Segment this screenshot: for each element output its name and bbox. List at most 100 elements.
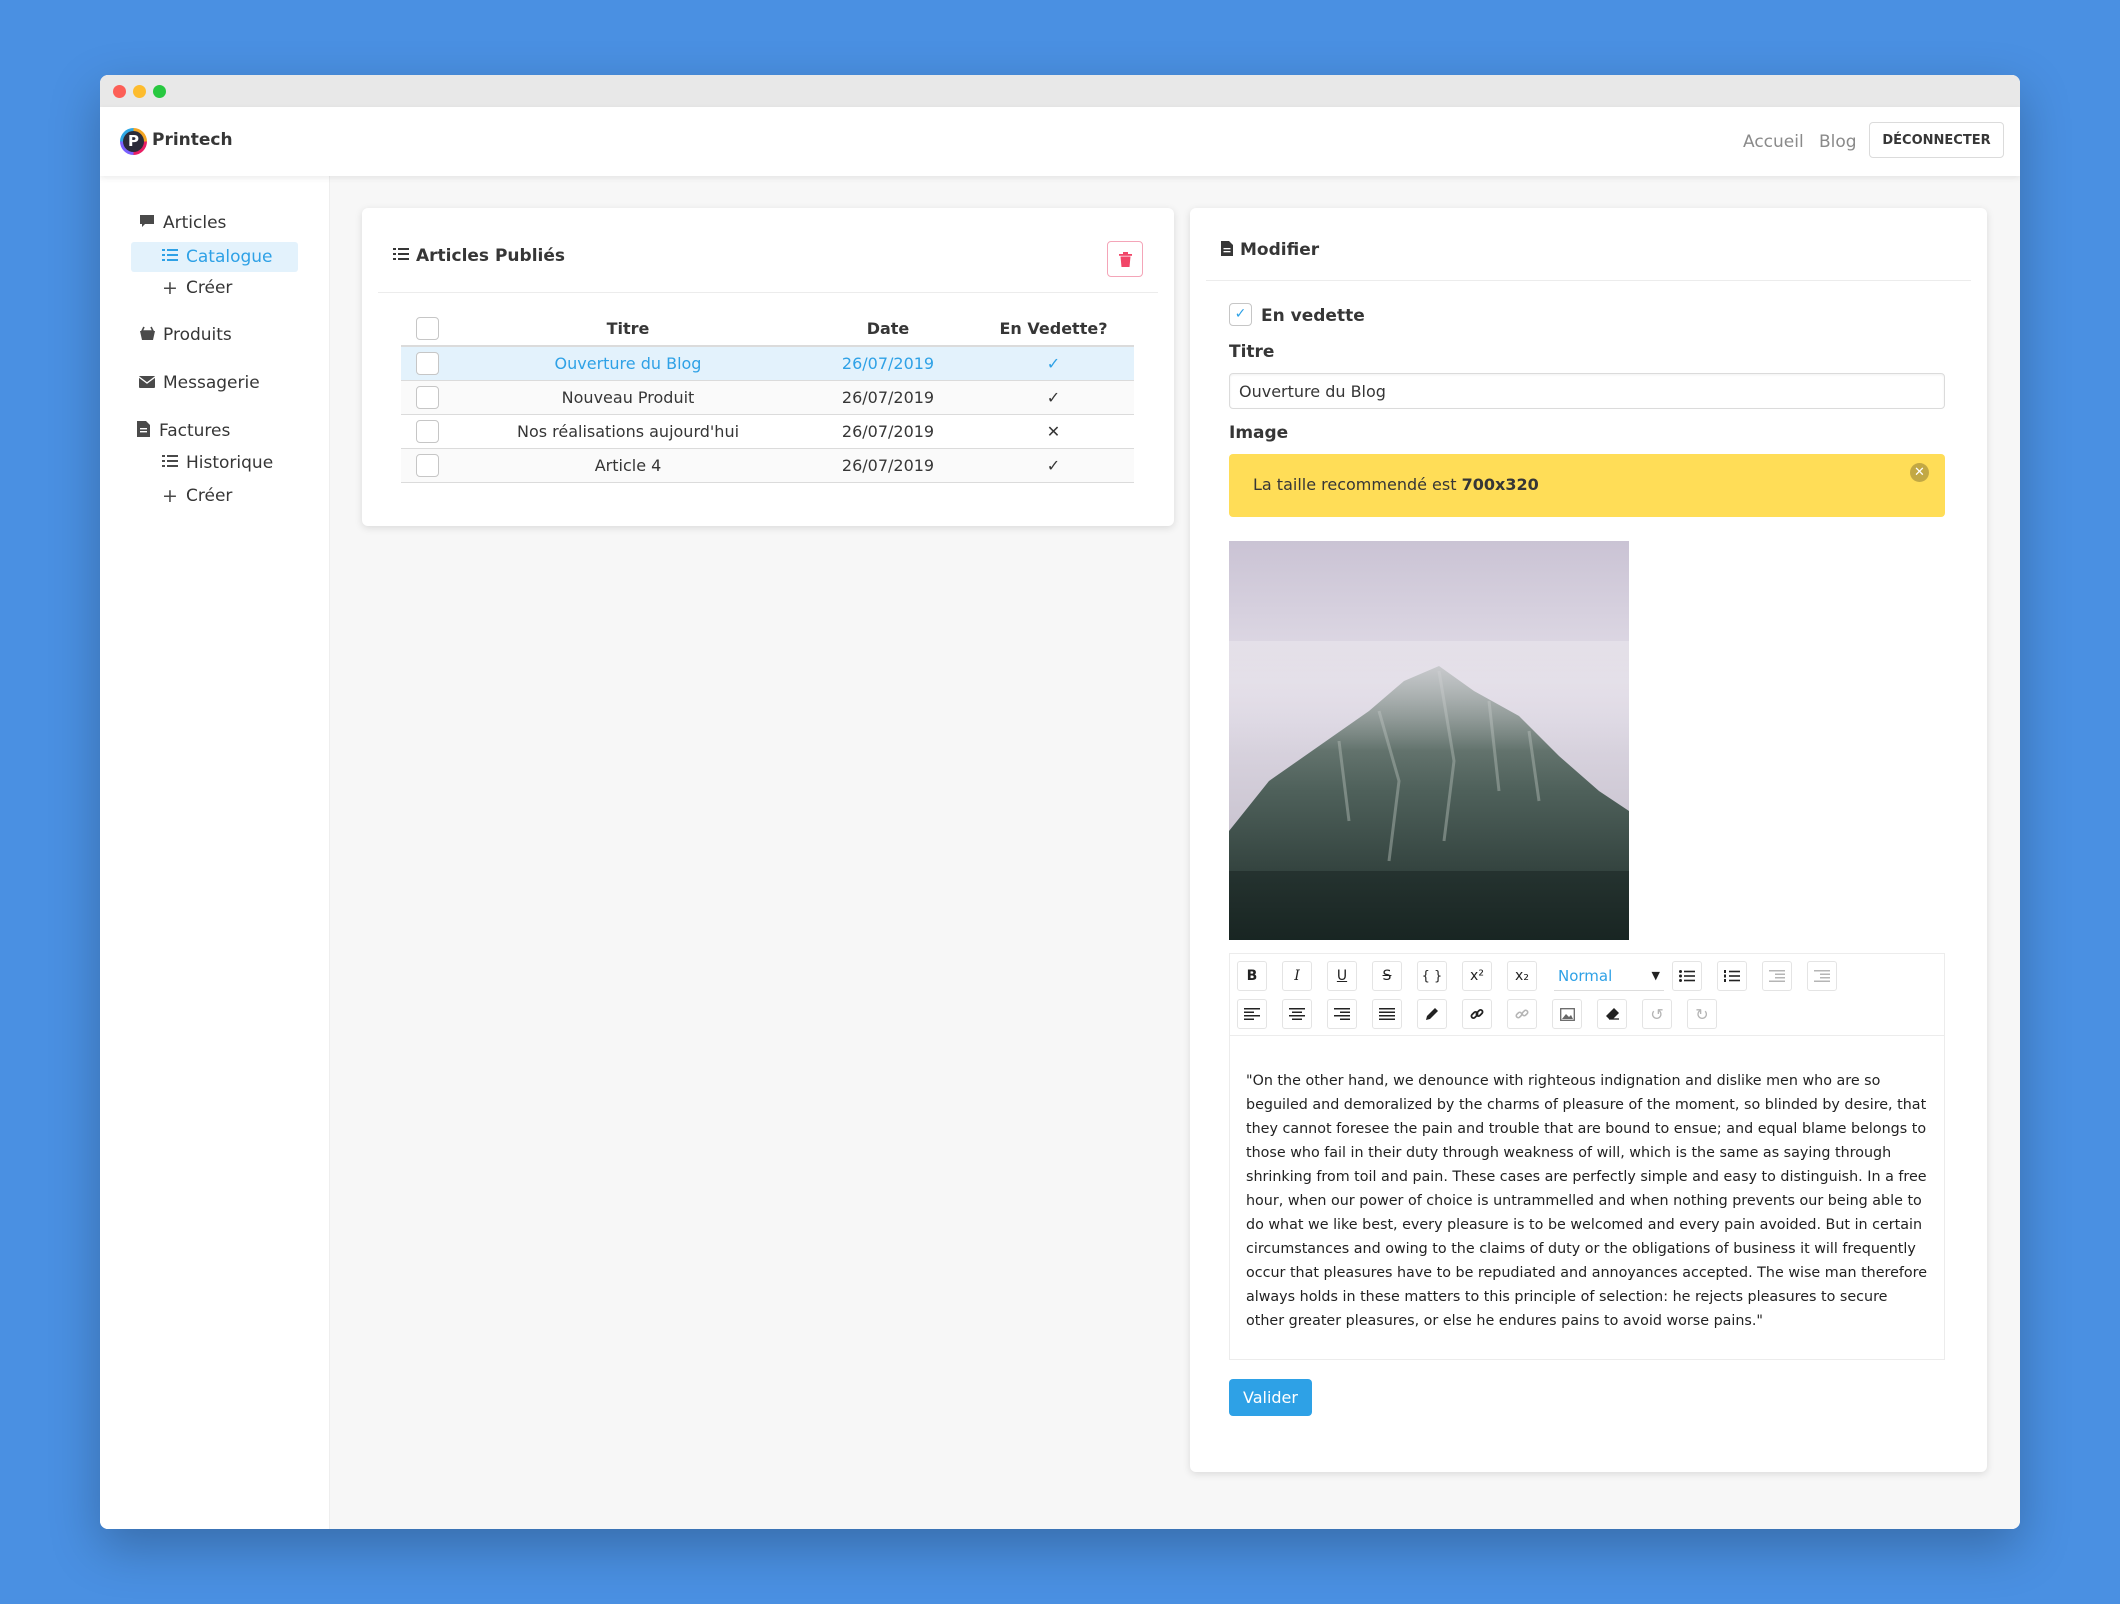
- sidebar-item-label: Messagerie: [163, 373, 260, 393]
- row-checkbox[interactable]: [415, 419, 439, 443]
- table-row[interactable]: Ouverture du Blog 26/07/2019 ✓: [401, 346, 1134, 381]
- articles-card: Articles Publiés Titre Date En Vedette?: [362, 208, 1174, 526]
- strikethrough-icon[interactable]: S: [1372, 961, 1402, 991]
- main-content: Articles Publiés Titre Date En Vedette?: [330, 176, 2020, 1529]
- close-window-dot[interactable]: [113, 85, 126, 98]
- table-header-row: Titre Date En Vedette?: [401, 312, 1134, 347]
- align-center-icon[interactable]: [1282, 999, 1312, 1029]
- row-checkbox[interactable]: [415, 351, 439, 375]
- nav-link-blog[interactable]: Blog: [1819, 132, 1857, 152]
- align-justify-icon[interactable]: [1372, 999, 1402, 1029]
- row-title[interactable]: Nos réalisations aujourd'hui: [453, 414, 803, 449]
- envelope-icon: [138, 374, 156, 392]
- nav-link-accueil[interactable]: Accueil: [1743, 132, 1804, 152]
- sidebar-item-label: Créer: [186, 278, 233, 298]
- sidebar-item-articles-create[interactable]: + Créer: [161, 277, 232, 299]
- column-header-titre[interactable]: Titre: [453, 312, 803, 347]
- notification-size: 700x320: [1461, 475, 1539, 494]
- featured-checkbox[interactable]: ✓: [1229, 303, 1252, 326]
- brand-name[interactable]: Printech: [152, 130, 233, 150]
- featured-check-icon: ✓: [973, 448, 1134, 483]
- underline-icon[interactable]: U: [1327, 961, 1357, 991]
- chevron-down-icon: ▼: [1651, 969, 1660, 982]
- edit-card: Modifier ✓ En vedette Titre Image La tai…: [1190, 208, 1987, 1472]
- row-date: 26/07/2019: [803, 448, 973, 483]
- bold-icon[interactable]: B: [1237, 961, 1267, 991]
- row-checkbox[interactable]: [415, 453, 439, 477]
- list-icon: [161, 248, 179, 266]
- superscript-icon[interactable]: x²: [1462, 961, 1492, 991]
- edit-title: Modifier: [1240, 240, 1320, 260]
- image-icon[interactable]: [1552, 999, 1582, 1029]
- row-checkbox[interactable]: [415, 385, 439, 409]
- align-left-icon[interactable]: [1237, 999, 1267, 1029]
- articles-title: Articles Publiés: [416, 246, 565, 266]
- outdent-icon[interactable]: [1762, 961, 1792, 991]
- sidebar-item-factures[interactable]: Factures: [134, 421, 230, 441]
- row-title[interactable]: Nouveau Produit: [453, 380, 803, 415]
- invoice-icon: [134, 421, 152, 441]
- card-title: Articles Publiés: [393, 246, 565, 266]
- maximize-window-dot[interactable]: [153, 85, 166, 98]
- table-row[interactable]: Article 4 26/07/2019 ✓: [401, 448, 1134, 483]
- unlink-icon[interactable]: [1507, 999, 1537, 1029]
- basket-icon: [138, 326, 156, 345]
- code-block-icon[interactable]: { }: [1417, 961, 1447, 991]
- table-row[interactable]: Nouveau Produit 26/07/2019 ✓: [401, 380, 1134, 415]
- column-header-featured[interactable]: En Vedette?: [973, 312, 1134, 347]
- sidebar-item-label: Historique: [186, 453, 274, 473]
- delete-button[interactable]: [1107, 241, 1143, 277]
- row-date: 26/07/2019: [803, 346, 973, 381]
- sidebar-item-produits[interactable]: Produits: [138, 325, 232, 345]
- sidebar-item-catalogue[interactable]: Catalogue: [131, 242, 298, 272]
- close-icon[interactable]: ✕: [1910, 463, 1929, 482]
- align-right-icon[interactable]: [1327, 999, 1357, 1029]
- sidebar: Articles Catalogue + Créer Produits Mess…: [100, 176, 330, 1529]
- logo-letter: P: [123, 131, 144, 152]
- article-image[interactable]: [1229, 541, 1629, 940]
- table-row[interactable]: Nos réalisations aujourd'hui 26/07/2019 …: [401, 414, 1134, 449]
- pen-icon[interactable]: [1417, 999, 1447, 1029]
- rich-text-editor[interactable]: "On the other hand, we denounce with rig…: [1229, 1035, 1945, 1360]
- column-header-date[interactable]: Date: [803, 312, 973, 347]
- sidebar-item-historique[interactable]: Historique: [161, 453, 273, 473]
- plus-icon: +: [162, 485, 178, 507]
- bullet-list-icon[interactable]: [1672, 961, 1702, 991]
- sidebar-item-factures-create[interactable]: + Créer: [161, 485, 232, 507]
- format-select[interactable]: Normal ▼: [1554, 961, 1664, 991]
- select-all-cell: [401, 312, 453, 347]
- featured-cross-icon: ✕: [973, 414, 1134, 449]
- select-all-checkbox[interactable]: [415, 317, 439, 340]
- sidebar-item-articles[interactable]: Articles: [138, 213, 226, 233]
- editor-toolbar: B I U S { } x² x₂ Normal ▼ ↺ ↻: [1229, 953, 1945, 1035]
- ordered-list-icon[interactable]: [1717, 961, 1747, 991]
- articles-table: Titre Date En Vedette? Ouverture du Blog…: [401, 312, 1134, 483]
- card-divider: [1206, 280, 1971, 281]
- top-navbar: P Printech Accueil Blog DÉCONNECTER: [100, 107, 2020, 176]
- card-title: Modifier: [1221, 240, 1319, 260]
- sidebar-item-messagerie[interactable]: Messagerie: [138, 373, 260, 393]
- sidebar-item-label: Factures: [159, 421, 231, 441]
- eraser-icon[interactable]: [1597, 999, 1627, 1029]
- document-icon: [1221, 240, 1233, 260]
- link-icon[interactable]: [1462, 999, 1492, 1029]
- trash-icon: [1118, 251, 1132, 267]
- printech-logo[interactable]: P: [120, 128, 147, 155]
- undo-icon[interactable]: ↺: [1642, 999, 1672, 1029]
- row-checkbox-cell: [401, 448, 453, 483]
- comment-icon: [138, 214, 156, 233]
- title-input[interactable]: [1229, 373, 1945, 409]
- subscript-icon[interactable]: x₂: [1507, 961, 1537, 991]
- image-label: Image: [1229, 423, 1289, 443]
- row-title[interactable]: Article 4: [453, 448, 803, 483]
- sidebar-item-label: Catalogue: [186, 247, 273, 267]
- submit-button[interactable]: Valider: [1229, 1379, 1312, 1416]
- row-title[interactable]: Ouverture du Blog: [453, 346, 803, 381]
- sidebar-item-label: Produits: [163, 325, 232, 345]
- minimize-window-dot[interactable]: [133, 85, 146, 98]
- logout-button[interactable]: DÉCONNECTER: [1869, 122, 2004, 158]
- italic-icon[interactable]: I: [1282, 961, 1312, 991]
- redo-icon[interactable]: ↻: [1687, 999, 1717, 1029]
- indent-icon[interactable]: [1807, 961, 1837, 991]
- list-icon: [161, 454, 179, 472]
